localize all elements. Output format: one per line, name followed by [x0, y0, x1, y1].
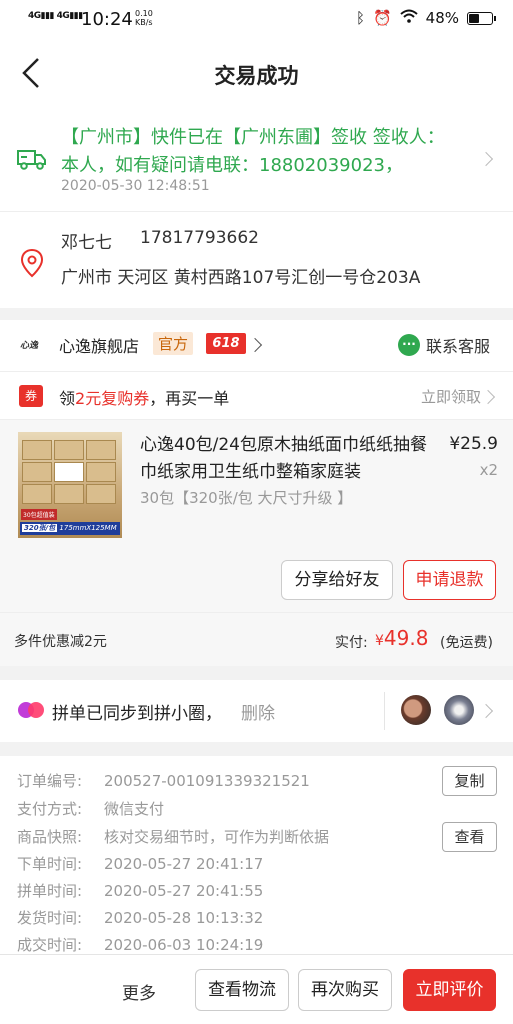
copy-button[interactable]: 复制: [442, 766, 497, 796]
wifi-icon: [399, 9, 418, 27]
avatar[interactable]: [401, 695, 431, 725]
product-thumbnail[interactable]: 30包超值装 320张/包 175mmX125MM: [18, 432, 122, 538]
shop-logo: 心逸: [19, 341, 38, 351]
coupon-tag-icon: 券: [19, 385, 43, 407]
logistics-status: 【广州市】快件已在【广州东圃】签收 签收人：本人，如有疑问请电联：1880203…: [61, 127, 445, 176]
order-time-row: 下单时间: 2020-05-27 20:41:17: [17, 855, 264, 873]
discount-text: 多件优惠减2元: [14, 634, 107, 650]
logistics-time: 2020-05-30 12:48:51: [61, 178, 210, 194]
chevron-right-icon: [478, 151, 494, 167]
payment-method-row: 支付方式: 微信支付: [17, 800, 165, 818]
nav-bar: 交易成功: [0, 40, 513, 106]
location-pin-icon: [20, 248, 44, 278]
order-info: 订单编号: 200527-001091339321521 支付方式: 微信支付 商品…: [0, 756, 513, 954]
shipping-note: (免运费): [440, 635, 493, 651]
share-button[interactable]: 分享给好友: [281, 560, 393, 600]
avatar[interactable]: [444, 695, 474, 725]
battery-icon: [467, 11, 496, 25]
order-number-row: 订单编号: 200527-001091339321521: [17, 772, 310, 790]
product-price: ¥25.9: [449, 434, 498, 454]
group-time-row: 拼单时间: 2020-05-27 20:41:55: [17, 882, 264, 900]
snapshot-row: 商品快照: 核对交易细节时，可作为判断依据: [17, 828, 330, 846]
status-time: 10:24: [81, 9, 133, 30]
product-title[interactable]: 心逸40包/24包原木抽纸面巾纸纸抽餐巾纸家用卫生纸巾整箱家庭装: [140, 432, 430, 486]
product-item[interactable]: 30包超值装 320张/包 175mmX125MM 心逸40包/24包原木抽纸面…: [0, 420, 513, 612]
recipient-phone: 17817793662: [140, 228, 259, 248]
bottom-action-bar: 更多 查看物流 再次购买 立即评价: [0, 954, 513, 1024]
shop-name[interactable]: 心逸旗舰店: [59, 333, 139, 357]
claim-coupon-button[interactable]: 立即领取: [421, 386, 481, 407]
bluetooth-icon: ᛒ: [355, 9, 365, 27]
battery-level: [469, 13, 480, 23]
chevron-right-icon: [480, 389, 496, 405]
group-logo-icon-overlay: [28, 702, 44, 718]
status-bar: 4G▮▮▮ 4G▮▮▮ 10:24 0.10 KB/s ᛒ ⏰ 48%: [0, 0, 513, 40]
delete-button[interactable]: 删除: [241, 699, 275, 724]
payment-summary: 多件优惠减2元 实付: ¥49.8 (免运费): [0, 612, 513, 666]
paid-label: 实付:: [335, 635, 368, 651]
product-spec: 30包【320张/包 大尺寸升级 】: [140, 489, 353, 507]
divider: [384, 692, 385, 730]
coupon-row[interactable]: 券 领2元复购券，再买一单 立即领取: [0, 372, 513, 420]
group-sync-text: 拼单已同步到拼小圈，: [52, 704, 222, 724]
logistics-card[interactable]: 【广州市】快件已在【广州东圃】签收 签收人：本人，如有疑问请电联：1880203…: [0, 106, 513, 212]
refund-button[interactable]: 申请退款: [403, 560, 496, 600]
ship-time-row: 发货时间: 2020-05-28 10:13:32: [17, 909, 264, 927]
coupon-text: 领2元复购券，再买一单: [59, 389, 230, 408]
alarm-icon: ⏰: [372, 9, 392, 27]
status-icons: ᛒ ⏰ 48%: [355, 9, 496, 27]
product-quantity: x2: [479, 461, 498, 479]
group-sync-row[interactable]: 拼单已同步到拼小圈， 删除: [0, 680, 513, 742]
network-speed: 0.10 KB/s: [135, 9, 153, 27]
promo-618-badge: 618: [206, 333, 246, 354]
cellular-signal-icon: 4G▮▮▮ 4G▮▮▮: [28, 11, 83, 21]
view-logistics-button[interactable]: 查看物流: [195, 969, 289, 1011]
chat-icon[interactable]: ···: [398, 334, 420, 356]
paid-amount: ¥49.8: [375, 626, 429, 650]
shop-header: 心逸 心逸旗舰店 官方 618 ··· 联系客服: [0, 320, 513, 372]
recipient-address: 广州市 天河区 黄村西路107号汇创一号仓203A: [61, 268, 421, 288]
address-card: 邓七七 17817793662 广州市 天河区 黄村西路107号汇创一号仓203…: [0, 212, 513, 308]
battery-percent: 48%: [425, 9, 459, 27]
truck-icon: [17, 150, 46, 170]
page-title: 交易成功: [214, 64, 299, 88]
chevron-right-icon[interactable]: [247, 337, 263, 353]
deal-time-row: 成交时间: 2020-06-03 10:24:19: [17, 936, 264, 954]
rebuy-button[interactable]: 再次购买: [298, 969, 392, 1011]
official-badge: 官方: [153, 332, 194, 355]
chevron-right-icon: [478, 703, 494, 719]
view-snapshot-button[interactable]: 查看: [442, 822, 497, 852]
recipient-name: 邓七七: [61, 233, 112, 253]
contact-service-button[interactable]: 联系客服: [426, 333, 490, 357]
more-button[interactable]: 更多: [122, 979, 156, 1004]
review-button[interactable]: 立即评价: [403, 969, 496, 1011]
